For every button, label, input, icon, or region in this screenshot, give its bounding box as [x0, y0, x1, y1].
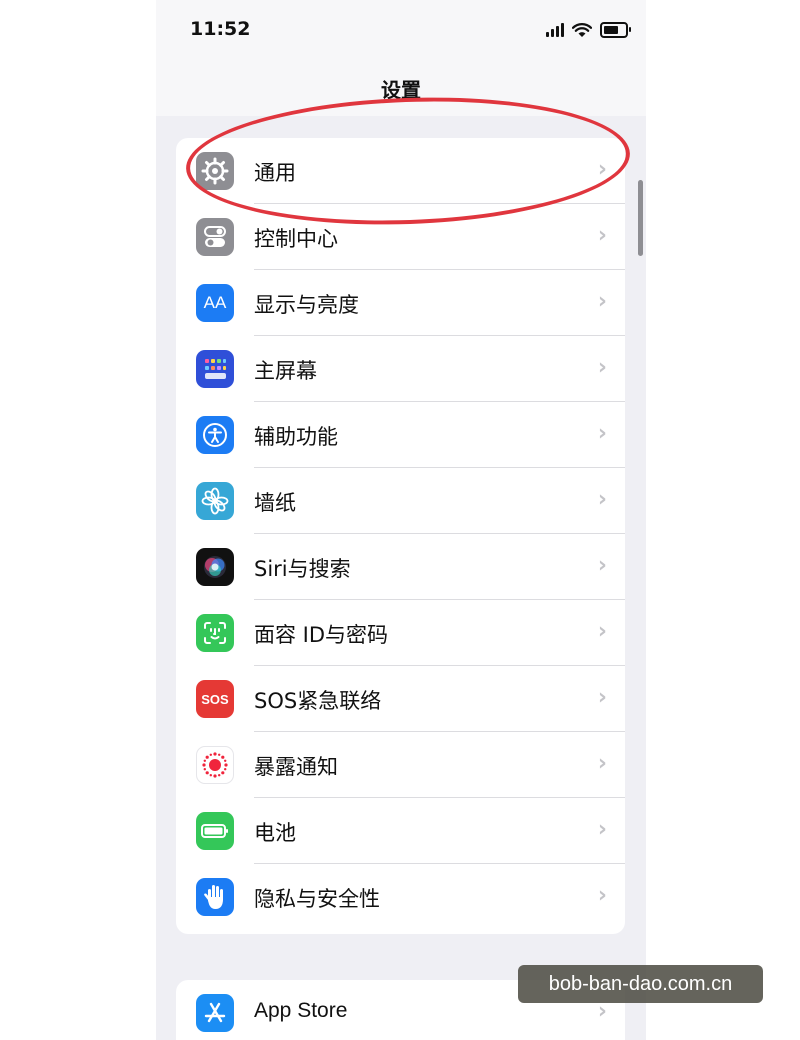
settings-item-label: 辅助功能	[254, 425, 338, 449]
settings-item-privacy[interactable]: 隐私与安全性 ›	[176, 864, 625, 930]
home-grid-icon	[196, 350, 234, 388]
sos-icon: SOS	[196, 680, 234, 718]
status-icons	[546, 22, 631, 38]
scroll-indicator[interactable]	[638, 180, 643, 256]
text-size-icon: AA	[196, 284, 234, 322]
settings-item-face-id[interactable]: 面容 ID与密码 ›	[176, 600, 625, 666]
status-bar: 11:52	[156, 0, 646, 60]
battery-status-icon	[600, 22, 631, 38]
chevron-right-icon: ›	[597, 421, 607, 446]
settings-item-siri[interactable]: Siri与搜索 ›	[176, 534, 625, 600]
settings-item-label: App Store	[254, 999, 348, 1022]
settings-item-label: 显示与亮度	[254, 293, 359, 317]
accessibility-icon	[196, 416, 234, 454]
app-store-icon	[196, 994, 234, 1032]
toggle-switches-icon	[196, 218, 234, 256]
settings-item-label: 暴露通知	[254, 755, 338, 779]
settings-item-home-screen[interactable]: 主屏幕 ›	[176, 336, 625, 402]
settings-item-battery[interactable]: 电池 ›	[176, 798, 625, 864]
settings-list: 通用 › 控制中心 › AA 显示与亮度 › 主屏幕 › 辅助功能 › 墙纸 ›…	[176, 138, 625, 934]
watermark: bob-ban-dao.com.cn	[518, 965, 763, 1003]
sos-glyph: SOS	[201, 691, 229, 707]
chevron-right-icon: ›	[597, 553, 607, 578]
chevron-right-icon: ›	[597, 223, 607, 248]
flower-icon	[196, 482, 234, 520]
settings-item-label: 面容 ID与密码	[254, 623, 389, 647]
exposure-dots-icon	[196, 746, 234, 784]
wifi-icon	[572, 22, 592, 37]
chevron-right-icon: ›	[597, 817, 607, 842]
chevron-right-icon: ›	[597, 619, 607, 644]
settings-item-label: Siri与搜索	[254, 557, 351, 581]
settings-item-label: 主屏幕	[254, 359, 317, 383]
chevron-right-icon: ›	[597, 685, 607, 710]
settings-item-wallpaper[interactable]: 墙纸 ›	[176, 468, 625, 534]
settings-item-label: 控制中心	[254, 227, 338, 251]
battery-icon	[196, 812, 234, 850]
cellular-signal-icon	[546, 23, 564, 37]
settings-item-sos[interactable]: SOS SOS紧急联络 ›	[176, 666, 625, 732]
chevron-right-icon: ›	[597, 487, 607, 512]
settings-item-label: SOS紧急联络	[254, 689, 382, 713]
chevron-right-icon: ›	[597, 355, 607, 380]
chevron-right-icon: ›	[597, 883, 607, 908]
settings-item-label: 电池	[254, 821, 296, 845]
face-id-icon	[196, 614, 234, 652]
chevron-right-icon: ›	[597, 751, 607, 776]
status-time: 11:52	[190, 18, 251, 40]
siri-icon	[196, 548, 234, 586]
chevron-right-icon: ›	[597, 289, 607, 314]
settings-item-label: 隐私与安全性	[254, 887, 380, 911]
settings-item-label: 墙纸	[254, 491, 296, 515]
settings-item-exposure[interactable]: 暴露通知 ›	[176, 732, 625, 798]
text-size-glyph: AA	[203, 293, 227, 312]
settings-item-display[interactable]: AA 显示与亮度 ›	[176, 270, 625, 336]
settings-item-accessibility[interactable]: 辅助功能 ›	[176, 402, 625, 468]
hand-icon	[196, 878, 234, 916]
